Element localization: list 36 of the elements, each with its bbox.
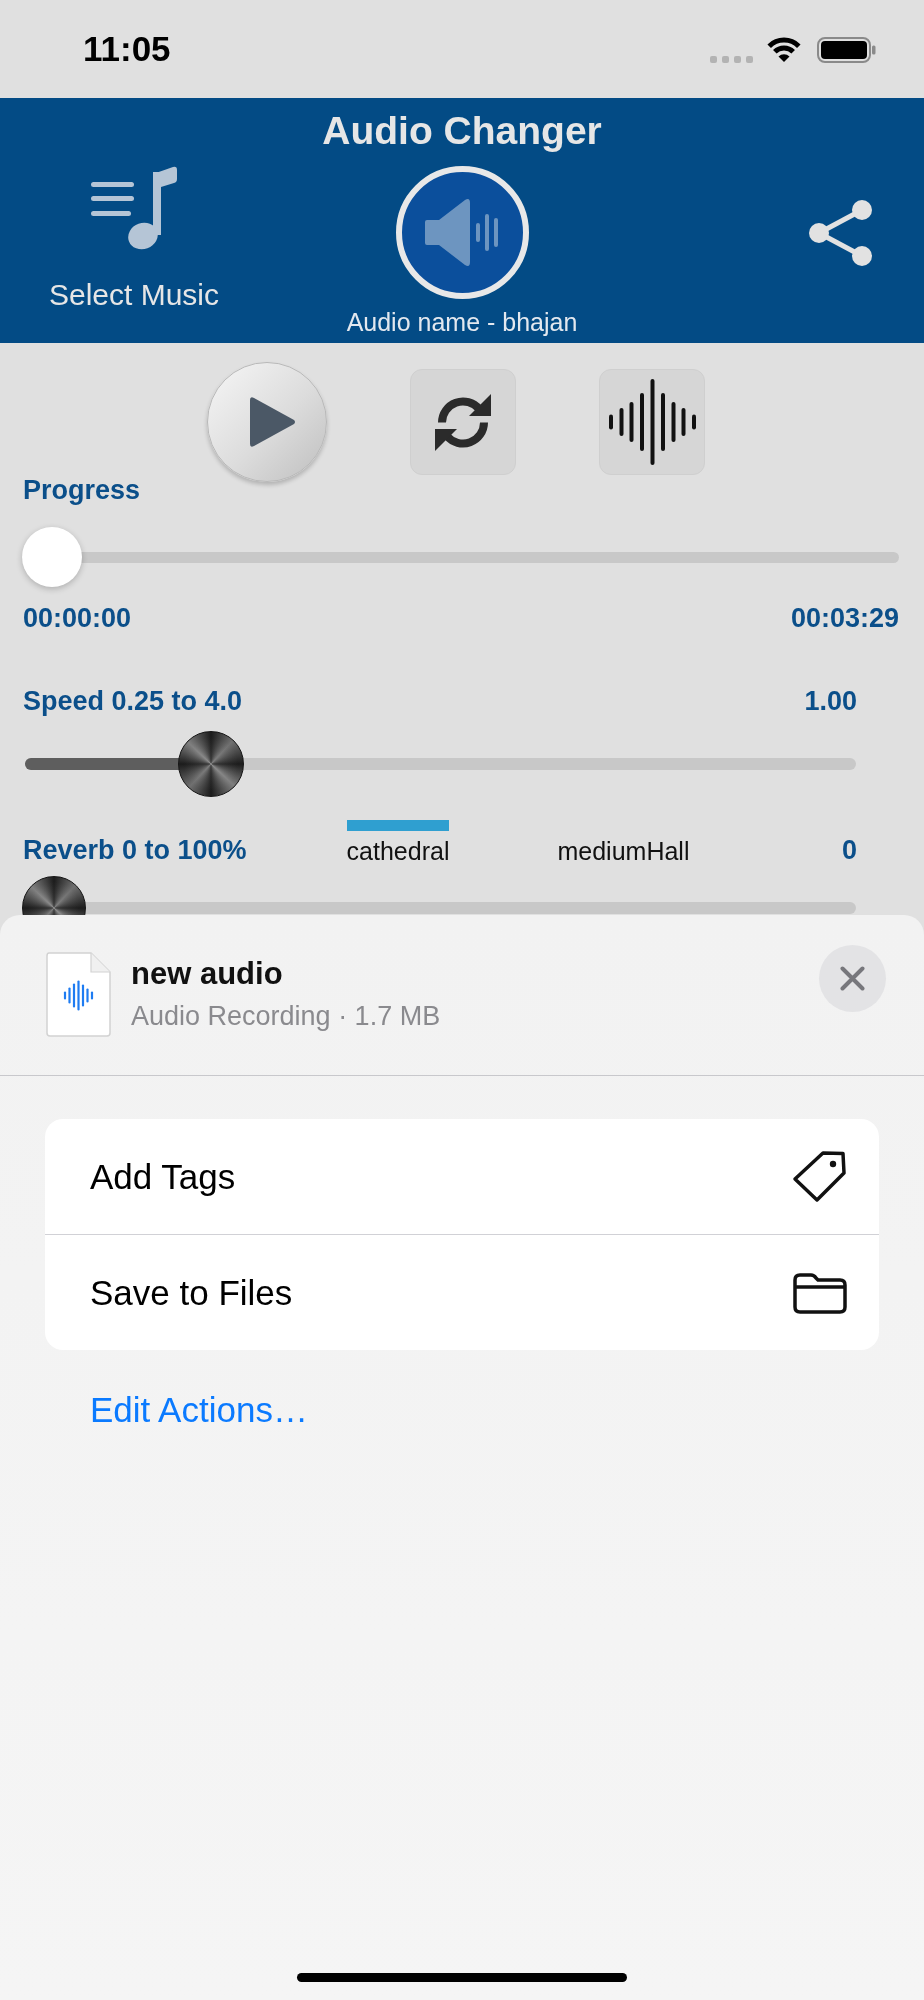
edit-actions-link[interactable]: Edit Actions…	[90, 1389, 308, 1431]
file-name: new audio	[131, 955, 283, 993]
status-time: 11:05	[83, 29, 171, 69]
speed-slider[interactable]	[25, 731, 856, 797]
action-row[interactable]: Add Tags	[45, 1119, 879, 1234]
app-title: Audio Changer	[322, 109, 602, 153]
reverb-preset-tab[interactable]: cathedral	[346, 820, 450, 866]
reverb-value: 0	[841, 834, 857, 866]
speed-label: Speed 0.25 to 4.0	[23, 685, 243, 717]
speaker-icon	[395, 166, 529, 299]
music-list-icon	[91, 166, 177, 250]
speed-value: 1.00	[804, 685, 857, 717]
audio-name-label: Audio name - bhajan	[346, 307, 578, 337]
audio-file-icon	[46, 952, 111, 1037]
wifi-icon	[766, 35, 802, 63]
progress-slider[interactable]	[22, 527, 899, 587]
signal-dots-icon	[710, 55, 753, 63]
elapsed-time: 00:00:00	[23, 602, 132, 634]
battery-icon	[817, 36, 876, 63]
waveform-button[interactable]	[599, 369, 705, 475]
progress-label: Progress	[23, 474, 141, 506]
tag-icon	[792, 1150, 847, 1203]
share-icon	[809, 200, 873, 266]
share-button[interactable]	[809, 200, 873, 266]
slider-thumb[interactable]	[22, 527, 82, 587]
folder-icon	[793, 1271, 847, 1314]
play-icon	[250, 396, 296, 448]
select-music-button[interactable]: Select Music	[48, 166, 220, 313]
total-time: 00:03:29	[790, 602, 899, 634]
close-icon	[840, 966, 865, 991]
reverb-label: Reverb 0 to 100%	[23, 834, 247, 866]
action-row[interactable]: Save to Files	[45, 1234, 879, 1350]
refresh-button[interactable]	[410, 369, 516, 475]
file-details: Audio Recording · 1.7 MB	[131, 1000, 441, 1032]
reverb-preset-tab[interactable]: mediumHall	[557, 820, 690, 866]
waveform-icon	[608, 379, 696, 465]
